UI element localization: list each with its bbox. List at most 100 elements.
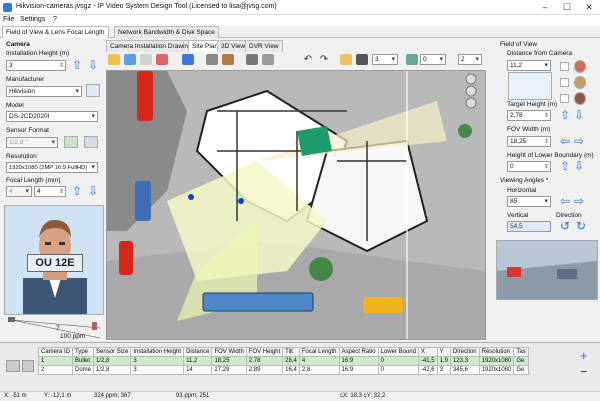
vertical-angle-field: 54,5 bbox=[507, 221, 551, 232]
install-height-input[interactable]: 3 bbox=[6, 60, 66, 71]
sensor-image-icon[interactable] bbox=[64, 136, 78, 148]
model-select[interactable]: DS-2CD2020I bbox=[6, 111, 98, 122]
rectangle-tool-icon[interactable] bbox=[140, 54, 152, 65]
site-plan-toolbar: ↶ ↷ 3 0 2 bbox=[106, 52, 486, 68]
option-checkbox[interactable] bbox=[560, 62, 569, 71]
person-icon bbox=[574, 76, 586, 89]
layer-select[interactable]: 0 bbox=[420, 54, 446, 65]
col-x[interactable]: X bbox=[417, 347, 438, 357]
redo-icon[interactable]: ↷ bbox=[318, 54, 330, 65]
target-height-input[interactable]: 2,78 bbox=[507, 110, 551, 121]
tab-camera-installation-drawing[interactable]: Camera Installation Drawing bbox=[106, 40, 196, 52]
add-camera-icon[interactable]: + bbox=[580, 349, 588, 362]
col-sensor-size[interactable]: Sensor Size bbox=[93, 347, 132, 357]
table-cell: 0 bbox=[377, 365, 419, 375]
manufacturer-select[interactable]: Hikvision bbox=[6, 86, 82, 97]
tab-dvr-view[interactable]: DVR View bbox=[245, 40, 283, 52]
rotate-right-icon[interactable]: ↻ bbox=[576, 220, 586, 232]
resolution-select[interactable]: 1920x1080 (2MP 16:9 FullHD) bbox=[6, 162, 98, 173]
col-camera-id[interactable]: Camera ID bbox=[37, 347, 74, 357]
arrow-right-icon[interactable]: ⇨ bbox=[574, 135, 584, 147]
focal-length-input[interactable]: 4 bbox=[34, 186, 66, 197]
undo-icon[interactable]: ↶ bbox=[302, 54, 314, 65]
tree bbox=[309, 257, 333, 281]
focal-min-select[interactable]: 4 bbox=[6, 186, 32, 197]
col-resolution[interactable]: Resolution bbox=[478, 347, 515, 357]
col-aspect-ratio[interactable]: Aspect Ratio bbox=[338, 347, 379, 357]
remove-camera-icon[interactable]: − bbox=[580, 365, 588, 378]
option-checkbox[interactable] bbox=[560, 78, 569, 87]
arrow-down-icon[interactable]: ⇩ bbox=[88, 185, 98, 197]
table-row[interactable]: 1 Bullet 1/2,8 3 11,2 18,25 2,78 28,4 4 … bbox=[37, 356, 529, 366]
arrow-left-icon[interactable]: ⇦ bbox=[560, 195, 570, 207]
arrow-up-icon[interactable]: ⇧ bbox=[560, 160, 570, 172]
zoom-select[interactable]: 2 bbox=[458, 54, 482, 65]
table-cell: 345,6 bbox=[449, 365, 480, 375]
arrow-down-icon[interactable]: ⇩ bbox=[88, 59, 98, 71]
select-tool-icon[interactable] bbox=[124, 54, 136, 65]
camera-tool-icon[interactable] bbox=[108, 54, 120, 65]
menu-help[interactable]: ? bbox=[53, 16, 57, 23]
col-focal-length[interactable]: Focal Length bbox=[298, 347, 340, 357]
arrow-down-icon[interactable]: ⇩ bbox=[574, 109, 584, 121]
col-direction[interactable]: Direction bbox=[449, 347, 480, 357]
col-type[interactable]: Type bbox=[72, 347, 95, 357]
dome-thumbnail-icon[interactable] bbox=[22, 360, 34, 372]
arrow-up-icon[interactable]: ⇧ bbox=[560, 109, 570, 121]
horizontal-angle-select[interactable]: 85 bbox=[507, 196, 551, 207]
arrow-down-icon[interactable]: ⇩ bbox=[574, 160, 584, 172]
menu-file[interactable]: File bbox=[3, 16, 14, 23]
status-bar: X: -51 m Y: -12,1 m 324 ppm; 367 93 ppm;… bbox=[0, 391, 600, 401]
menu-settings[interactable]: Settings bbox=[20, 16, 45, 23]
tab-network-bandwidth[interactable]: Network Bandwidth & Disk Space bbox=[114, 26, 219, 38]
option-checkbox[interactable] bbox=[560, 94, 569, 103]
lower-boundary-input[interactable]: 0 bbox=[507, 161, 551, 172]
fill-tool-icon[interactable] bbox=[182, 54, 194, 65]
close-button[interactable]: ✕ bbox=[578, 0, 600, 15]
line-tool-icon[interactable] bbox=[246, 54, 258, 65]
minimize-button[interactable]: – bbox=[534, 0, 556, 15]
site-plan-canvas[interactable] bbox=[106, 70, 486, 340]
col-installation-height[interactable]: Installation Height bbox=[130, 347, 185, 357]
table-cell: 16,4 bbox=[282, 365, 300, 375]
distance-select[interactable]: 11,2 bbox=[507, 60, 551, 71]
line-thickness-select[interactable]: 3 bbox=[372, 54, 398, 65]
red-car bbox=[137, 71, 153, 121]
eraser-icon[interactable] bbox=[340, 54, 352, 65]
person-preview-image: OU 12E bbox=[4, 205, 104, 315]
table-cell: 1920x1080 bbox=[478, 365, 515, 375]
col-distance[interactable]: Distance bbox=[183, 347, 213, 357]
table-cell: 1/2,8 bbox=[93, 356, 132, 366]
person-tool-icon[interactable] bbox=[156, 54, 168, 65]
camera-search-icon[interactable] bbox=[86, 84, 100, 97]
col-task[interactable]: Tas bbox=[513, 347, 529, 357]
line-width-icon[interactable] bbox=[356, 54, 368, 65]
fov-width-input[interactable]: 18,25 bbox=[507, 136, 551, 147]
maximize-button[interactable]: ☐ bbox=[556, 0, 578, 15]
camera-thumbnail-icon[interactable] bbox=[6, 360, 20, 372]
table-cell: 1/2,8 bbox=[93, 365, 132, 375]
col-lower-bound[interactable]: Lower Bound bbox=[377, 347, 419, 357]
table-cell: 1920x1080 bbox=[478, 356, 515, 366]
tab-field-of-view[interactable]: Field of View & Lens Focal Length bbox=[2, 26, 109, 38]
rotate-left-icon[interactable]: ↺ bbox=[560, 220, 570, 232]
camera-table: Camera ID Type Sensor Size Installation … bbox=[37, 347, 529, 375]
table-row[interactable]: 2 Dome 1/2,8 3 14 27,29 2,89 16,4 2,8 16… bbox=[37, 365, 529, 375]
table-cell: Ge bbox=[513, 365, 529, 375]
col-y[interactable]: Y bbox=[436, 347, 451, 357]
text-tool-icon[interactable] bbox=[206, 54, 218, 65]
arrow-left-icon[interactable]: ⇦ bbox=[560, 135, 570, 147]
arrow-right-icon[interactable]: ⇨ bbox=[574, 195, 584, 207]
col-fov-width[interactable]: FOV Width bbox=[211, 347, 247, 357]
col-fov-height[interactable]: FOV Height bbox=[245, 347, 284, 357]
arrow-up-icon[interactable]: ⇧ bbox=[72, 185, 82, 197]
layers-icon[interactable] bbox=[406, 54, 418, 65]
table-cell: 18,25 bbox=[211, 356, 247, 366]
sensor-info-icon[interactable] bbox=[84, 136, 98, 148]
wall-tool-icon[interactable] bbox=[222, 54, 234, 65]
col-tilt[interactable]: Tilt bbox=[282, 347, 300, 357]
ppm-distance: 7 bbox=[56, 325, 60, 332]
arrow-up-icon[interactable]: ⇧ bbox=[72, 59, 82, 71]
pen-tool-icon[interactable] bbox=[262, 54, 274, 65]
sensor-select[interactable]: 1/2,8 " bbox=[6, 137, 58, 148]
